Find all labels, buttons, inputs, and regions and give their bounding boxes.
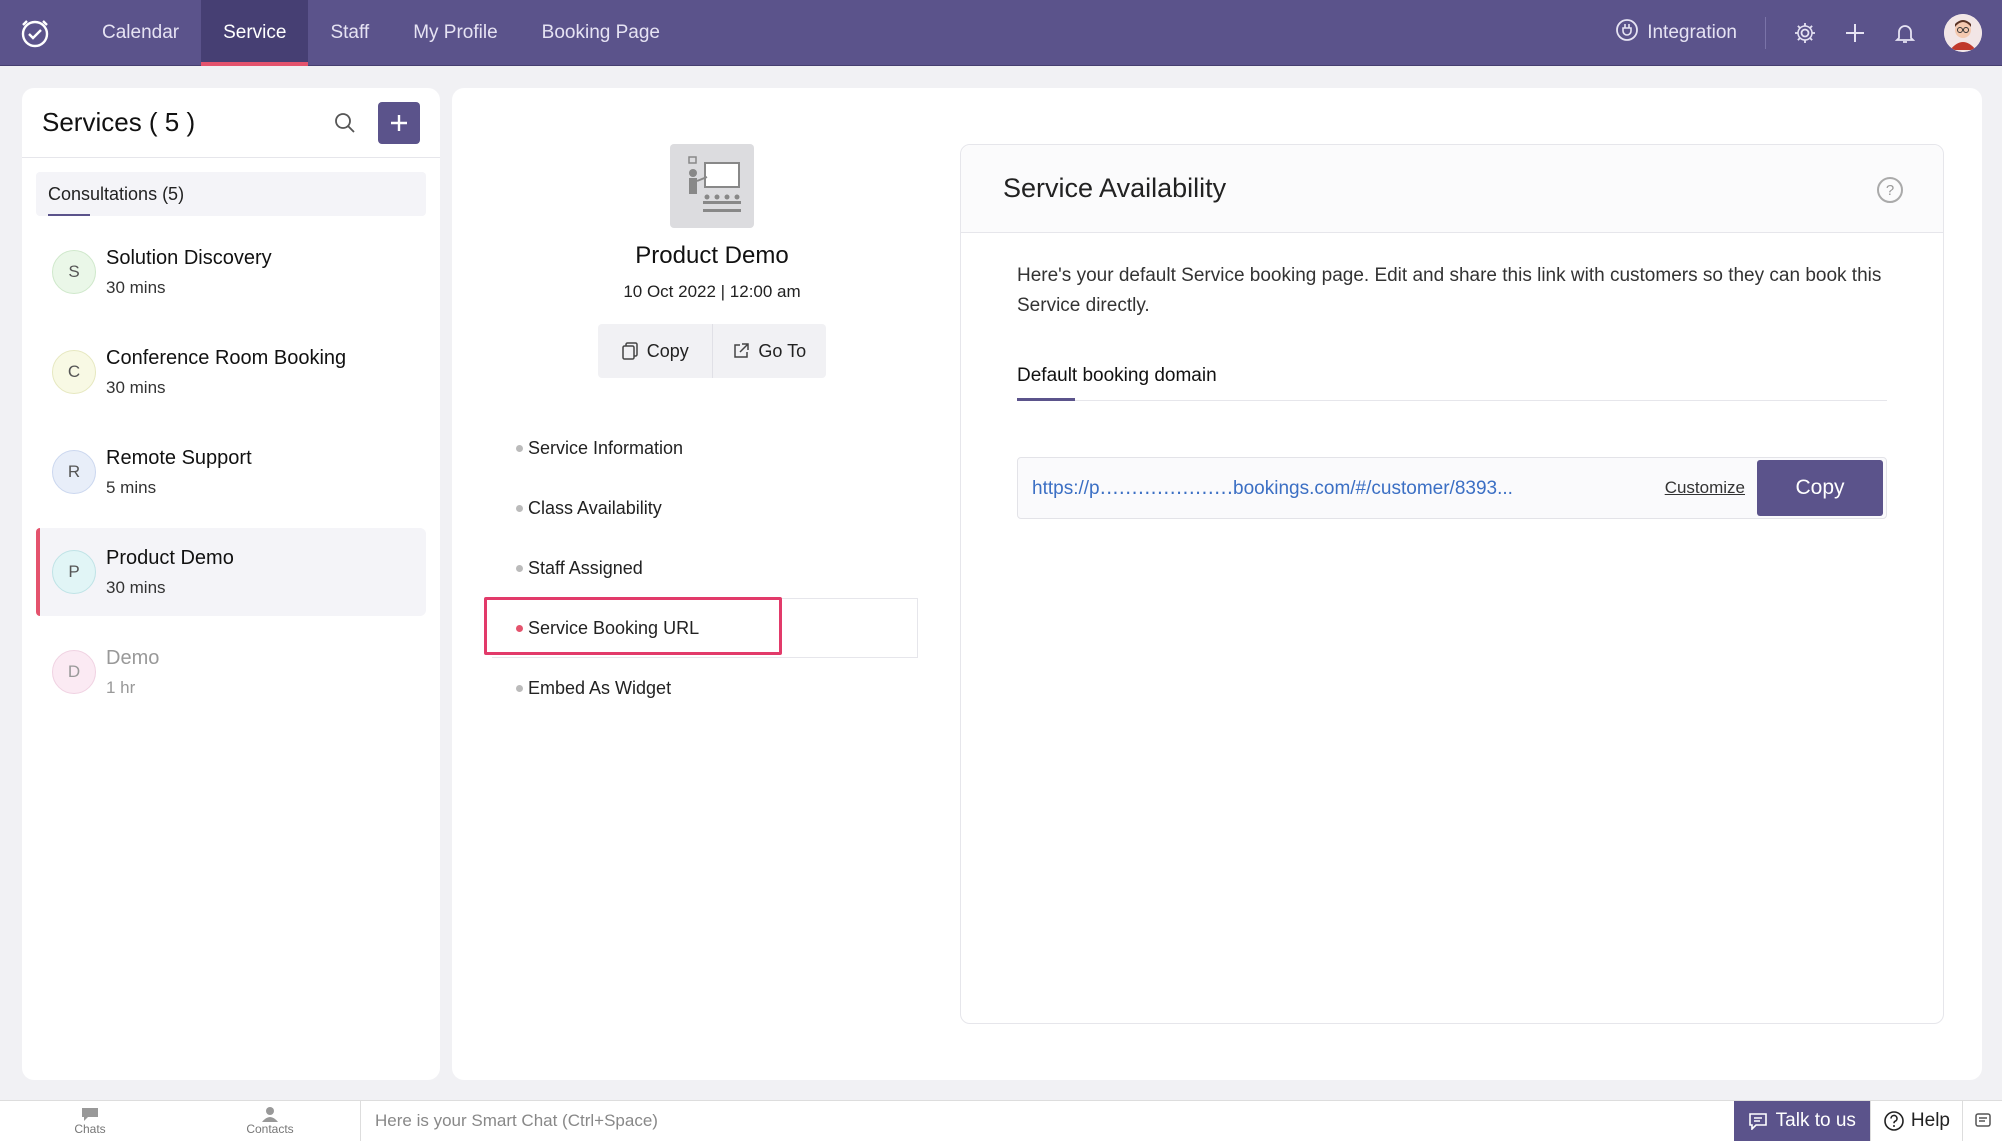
menu-label: Service Booking URL xyxy=(528,617,700,638)
copy-icon xyxy=(621,342,638,360)
booking-url-link[interactable]: https://p․․․․․․․․․․․․․․․․․․․․․bookings.c… xyxy=(1018,477,1653,500)
service-item-conference-room-booking[interactable]: C Conference Room Booking 30 mins xyxy=(36,328,426,416)
availability-description: Here's your default Service booking page… xyxy=(1017,265,1882,316)
service-duration: 5 mins xyxy=(106,477,157,497)
bullet-dot xyxy=(516,564,523,572)
add-plus-icon[interactable] xyxy=(1830,0,1880,66)
nav-tab-booking-page[interactable]: Booking Page xyxy=(520,0,682,66)
customize-link[interactable]: Customize xyxy=(1653,478,1757,498)
chat-bubble-icon xyxy=(82,1108,98,1121)
contacts-label: Contacts xyxy=(246,1122,294,1136)
nav-tab-calendar[interactable]: Calendar xyxy=(80,0,201,66)
user-avatar[interactable] xyxy=(1944,14,1982,52)
smart-chat-input[interactable]: Here is your Smart Chat (Ctrl+Space) xyxy=(360,1100,1734,1141)
main-nav: Calendar Service Staff My Profile Bookin… xyxy=(80,0,682,66)
go-to-button[interactable]: Go To xyxy=(711,324,827,378)
bullet-dot xyxy=(516,504,523,512)
service-item-demo[interactable]: D Demo 1 hr xyxy=(36,628,426,716)
help-button[interactable]: Help xyxy=(1869,1100,1962,1141)
integration-icon xyxy=(1615,18,1639,48)
integration-label: Integration xyxy=(1647,22,1737,43)
bullet-dot xyxy=(516,444,523,452)
service-duration: 30 mins xyxy=(106,577,166,597)
tab-default-booking-domain[interactable]: Default booking domain xyxy=(1017,365,1887,401)
chats-button[interactable]: Chats xyxy=(0,1101,180,1141)
service-name: Solution Discovery xyxy=(106,246,272,269)
copy-label: Copy xyxy=(646,340,689,361)
service-date-time: 10 Oct 2022 | 12:00 am xyxy=(623,282,801,301)
settings-gear-icon[interactable] xyxy=(1780,0,1830,66)
service-item-remote-support[interactable]: R Remote Support 5 mins xyxy=(36,428,426,516)
menu-class-availability[interactable]: Class Availability xyxy=(492,478,918,538)
service-initial-badge: S xyxy=(52,250,96,294)
service-section-menu: Service Information Class Availability S… xyxy=(484,418,918,718)
nav-tab-service[interactable]: Service xyxy=(201,0,309,66)
menu-embed-as-widget[interactable]: Embed As Widget xyxy=(492,658,918,718)
menu-service-information[interactable]: Service Information xyxy=(492,418,918,478)
service-summary: Product Demo 10 Oct 2022 | 12:00 am Copy… xyxy=(562,144,862,378)
talk-to-us-button[interactable]: Talk to us xyxy=(1733,1100,1870,1141)
feedback-icon[interactable] xyxy=(1962,1100,2002,1141)
contacts-button[interactable]: Contacts xyxy=(180,1101,360,1141)
plus-icon xyxy=(391,115,407,131)
service-item-solution-discovery[interactable]: S Solution Discovery 30 mins xyxy=(36,228,426,316)
nav-tab-staff[interactable]: Staff xyxy=(308,0,391,66)
help-question-icon[interactable]: ? xyxy=(1877,177,1903,203)
service-name: Conference Room Booking xyxy=(106,346,347,369)
bullet-dot xyxy=(516,684,523,692)
service-item-product-demo[interactable]: P Product Demo 30 mins xyxy=(36,528,426,616)
service-title: Product Demo xyxy=(635,242,789,269)
menu-label: Embed As Widget xyxy=(528,677,672,698)
copy-service-button[interactable]: Copy xyxy=(598,324,712,378)
services-title: Services ( 5 ) xyxy=(42,107,196,137)
service-duration: 30 mins xyxy=(106,377,166,397)
availability-header: Service Availability ? xyxy=(961,145,1943,233)
menu-staff-assigned[interactable]: Staff Assigned xyxy=(492,538,918,598)
help-circle-icon xyxy=(1884,1111,1904,1131)
integration-button[interactable]: Integration xyxy=(1615,17,1766,49)
help-label: Help xyxy=(1910,1110,1950,1131)
bullet-dot xyxy=(516,624,523,632)
talk-label: Talk to us xyxy=(1775,1110,1856,1131)
app-logo-icon[interactable] xyxy=(0,0,70,66)
chats-label: Chats xyxy=(74,1122,106,1136)
service-name: Demo xyxy=(106,646,160,669)
service-duration: 30 mins xyxy=(106,277,166,297)
copy-url-button[interactable]: Copy xyxy=(1757,460,1883,516)
search-icon[interactable] xyxy=(330,108,360,138)
menu-label: Class Availability xyxy=(528,497,662,518)
service-initial-badge: P xyxy=(52,550,96,594)
service-detail-panel: Product Demo 10 Oct 2022 | 12:00 am Copy… xyxy=(452,88,1982,1080)
add-service-button[interactable] xyxy=(378,102,420,144)
go-to-label: Go To xyxy=(758,340,807,361)
contact-person-icon xyxy=(262,1107,278,1122)
service-duration: 1 hr xyxy=(106,677,136,697)
booking-url-row: https://p․․․․․․․․․․․․․․․․․․․․․bookings.c… xyxy=(1017,457,1887,519)
service-actions: Copy Go To xyxy=(598,324,826,378)
nav-tab-my-profile[interactable]: My Profile xyxy=(391,0,519,66)
notification-bell-icon[interactable] xyxy=(1880,0,1930,66)
presentation-icon xyxy=(670,144,754,228)
service-name: Product Demo xyxy=(106,546,234,569)
services-list-panel: Services ( 5 ) Consultations (5) S Solut… xyxy=(22,88,440,1080)
top-right-actions: Integration xyxy=(1615,0,1982,66)
service-availability-card: Service Availability ? Here's your defau… xyxy=(960,144,1944,1024)
services-header: Services ( 5 ) xyxy=(22,88,440,158)
service-initial-badge: C xyxy=(52,350,96,394)
menu-service-booking-url[interactable]: Service Booking URL xyxy=(484,597,918,658)
service-initial-badge: R xyxy=(52,450,96,494)
service-name: Remote Support xyxy=(106,446,252,469)
top-navigation-bar: Calendar Service Staff My Profile Bookin… xyxy=(0,0,2002,66)
message-icon xyxy=(1748,1113,1767,1130)
service-initial-badge: D xyxy=(52,650,96,694)
availability-title: Service Availability xyxy=(1003,173,1227,203)
category-consultations[interactable]: Consultations (5) xyxy=(36,172,426,216)
menu-label: Staff Assigned xyxy=(528,557,643,578)
external-link-icon xyxy=(734,343,750,358)
bottom-bar: Chats Contacts Here is your Smart Chat (… xyxy=(0,1100,2002,1141)
menu-label: Service Information xyxy=(528,437,684,458)
